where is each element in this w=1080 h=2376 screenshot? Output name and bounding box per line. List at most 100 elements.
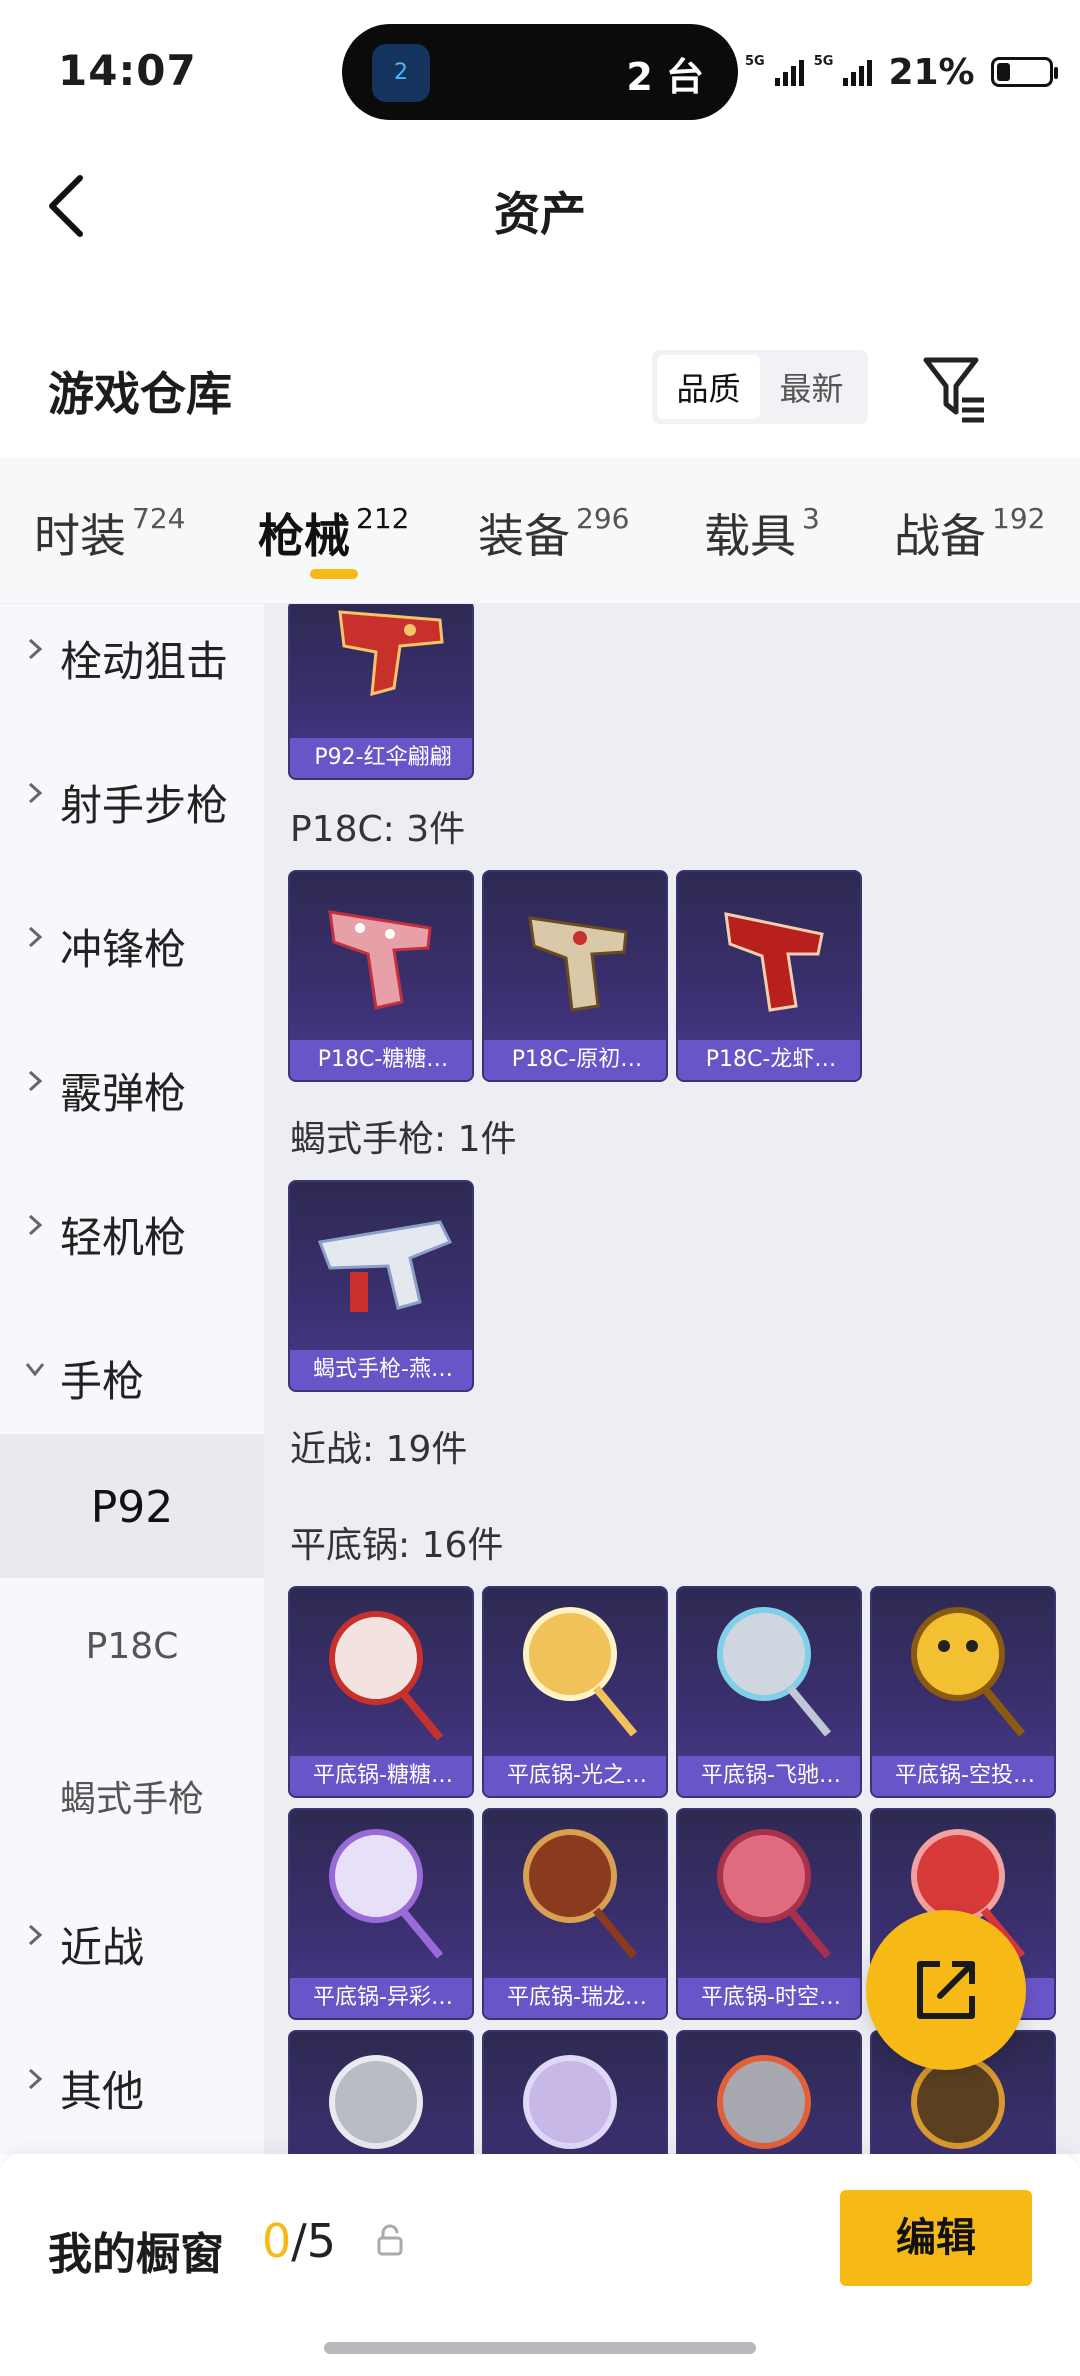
sidebar-item-lmg[interactable]: 轻机枪	[0, 1156, 264, 1300]
chevron-right-icon	[28, 638, 43, 660]
chevron-right-icon	[28, 2068, 43, 2090]
pan-skin-image	[911, 1607, 1026, 1737]
chevron-right-icon	[28, 1924, 43, 1946]
island-text: 2 台	[626, 55, 704, 99]
tab-supplies[interactable]: 战备 192	[894, 500, 1045, 566]
showcase-label: 我的橱窗	[48, 2229, 224, 2280]
sort-quality-button[interactable]: 品质	[657, 355, 760, 419]
pan-skin-image	[329, 1829, 444, 1959]
sidebar-item-marksman[interactable]: 射手步枪	[0, 724, 264, 868]
sidebar-item-other[interactable]: 其他	[0, 2010, 264, 2154]
tab-count: 212	[356, 502, 410, 535]
item-card[interactable]: 平底锅-瑞龙…	[482, 1808, 668, 2020]
item-card[interactable]: 蝎式手枪-燕…	[288, 1180, 474, 1392]
sidebar-item-bolt-sniper[interactable]: 栓动狙击	[0, 604, 264, 724]
weapon-category-sidebar: 栓动狙击 射手步枪 冲锋枪 霰弹枪 轻机枪 手枪 P92 P18C 蝎式手枪 近…	[0, 604, 264, 2154]
tab-count: 296	[576, 502, 630, 535]
tab-label: 装备	[478, 509, 570, 563]
pan-skin-image	[329, 1611, 444, 1741]
item-card[interactable]: P18C-龙虾…	[676, 870, 862, 1082]
sidebar-item-label: 轻机枪	[60, 1213, 187, 1262]
item-card[interactable]: P18C-原初…	[482, 870, 668, 1082]
dynamic-island[interactable]: 2 2 台	[342, 24, 738, 120]
edit-button[interactable]: 编辑	[840, 2190, 1032, 2286]
network-type-2: 5G	[813, 54, 834, 69]
chevron-down-icon	[25, 1363, 45, 1377]
sidebar-item-pistol[interactable]: 手枪	[0, 1300, 264, 1444]
sidebar-item-label: P92	[90, 1482, 174, 1533]
pan-skin-image	[717, 2055, 811, 2149]
home-indicator[interactable]	[324, 2342, 756, 2354]
pan-skin-image	[523, 1829, 638, 1959]
item-card[interactable]: P18C-糖糖…	[288, 870, 474, 1082]
item-card[interactable]: P92-红伞翩翩	[288, 604, 474, 780]
tab-vehicles[interactable]: 载具 3	[704, 500, 820, 566]
tab-label: 载具	[704, 509, 796, 563]
pan-skin-image	[329, 2055, 423, 2149]
item-name: 平底锅-糖糖…	[290, 1756, 472, 1796]
item-card[interactable]	[676, 2030, 862, 2154]
chevron-right-icon	[28, 1070, 43, 1092]
tab-count: 3	[802, 502, 820, 535]
item-card[interactable]	[288, 2030, 474, 2154]
sidebar-item-melee[interactable]: 近战	[0, 1866, 264, 2010]
sort-latest-button[interactable]: 最新	[760, 355, 863, 419]
warehouse-title: 游戏仓库	[48, 367, 232, 421]
island-badge: 2	[394, 60, 408, 85]
pistol-skin-image	[724, 912, 824, 1012]
item-card[interactable]	[482, 2030, 668, 2154]
pistol-skin-image	[338, 610, 444, 697]
tab-count: 192	[992, 502, 1046, 535]
app-header: 资产	[0, 140, 1080, 270]
pistol-skin-image	[528, 916, 628, 1012]
showcase-count: 0/5	[262, 2214, 336, 2268]
item-name: 平底锅-空投…	[872, 1756, 1054, 1796]
pan-skin-image	[717, 1607, 832, 1737]
item-name: P18C-原初…	[484, 1040, 666, 1080]
sidebar-item-shotgun[interactable]: 霰弹枪	[0, 1012, 264, 1156]
item-card[interactable]: 平底锅-异彩…	[288, 1808, 474, 2020]
tab-guns[interactable]: 枪械 212	[258, 500, 409, 566]
tab-fashion[interactable]: 时装 724	[34, 500, 185, 566]
battery-percent: 21%	[888, 51, 975, 93]
sidebar-item-label: 栓动狙击	[60, 637, 229, 686]
status-bar: 14:07 2 2 台 5G 5G 21%	[0, 0, 1080, 140]
item-card[interactable]: 平底锅-光之…	[482, 1586, 668, 1798]
pan-skin-image	[717, 1829, 832, 1959]
showcase-total: /5	[291, 2214, 337, 2268]
chevron-right-icon	[28, 926, 43, 948]
item-card[interactable]: 平底锅-时空…	[676, 1808, 862, 2020]
status-time: 14:07	[58, 46, 197, 95]
sidebar-subitem-p92[interactable]: P92	[0, 1434, 264, 1578]
chevron-right-icon	[28, 782, 43, 804]
active-tab-indicator	[310, 569, 358, 579]
showcase-current: 0	[262, 2214, 292, 2268]
smg-skin-image	[317, 1220, 453, 1312]
sidebar-item-smg[interactable]: 冲锋枪	[0, 868, 264, 1012]
island-app-icon: 2	[372, 44, 430, 102]
tab-label: 战备	[894, 509, 986, 563]
filter-button[interactable]	[920, 350, 990, 426]
item-name: P18C-龙虾…	[678, 1040, 860, 1080]
sidebar-item-label: 冲锋枪	[60, 925, 187, 974]
signal-icon-2	[843, 58, 873, 86]
sidebar-item-label: 手枪	[60, 1357, 145, 1406]
network-type-1: 5G	[745, 54, 765, 69]
pan-skin-image	[523, 1607, 638, 1737]
tab-equipment[interactable]: 装备 296	[478, 500, 629, 566]
item-card[interactable]: 平底锅-空投…	[870, 1586, 1056, 1798]
item-name: 蝎式手枪-燕…	[290, 1350, 472, 1390]
lock-icon	[377, 2224, 403, 2256]
page-title: 资产	[494, 187, 586, 241]
share-fab-button[interactable]	[866, 1910, 1026, 2070]
item-name: 平底锅-时空…	[678, 1978, 860, 2018]
sidebar-item-label: 蝎式手枪	[59, 1779, 204, 1820]
sidebar-subitem-scorpion[interactable]: 蝎式手枪	[0, 1722, 264, 1866]
battery-icon	[990, 57, 1058, 87]
item-name: 平底锅-飞驰…	[678, 1756, 860, 1796]
item-card[interactable]: 平底锅-糖糖…	[288, 1586, 474, 1798]
sidebar-item-label: 近战	[60, 1923, 145, 1972]
item-card[interactable]: 平底锅-飞驰…	[676, 1586, 862, 1798]
sort-toggle: 品质 最新	[652, 350, 868, 424]
sidebar-subitem-p18c[interactable]: P18C	[0, 1578, 264, 1722]
